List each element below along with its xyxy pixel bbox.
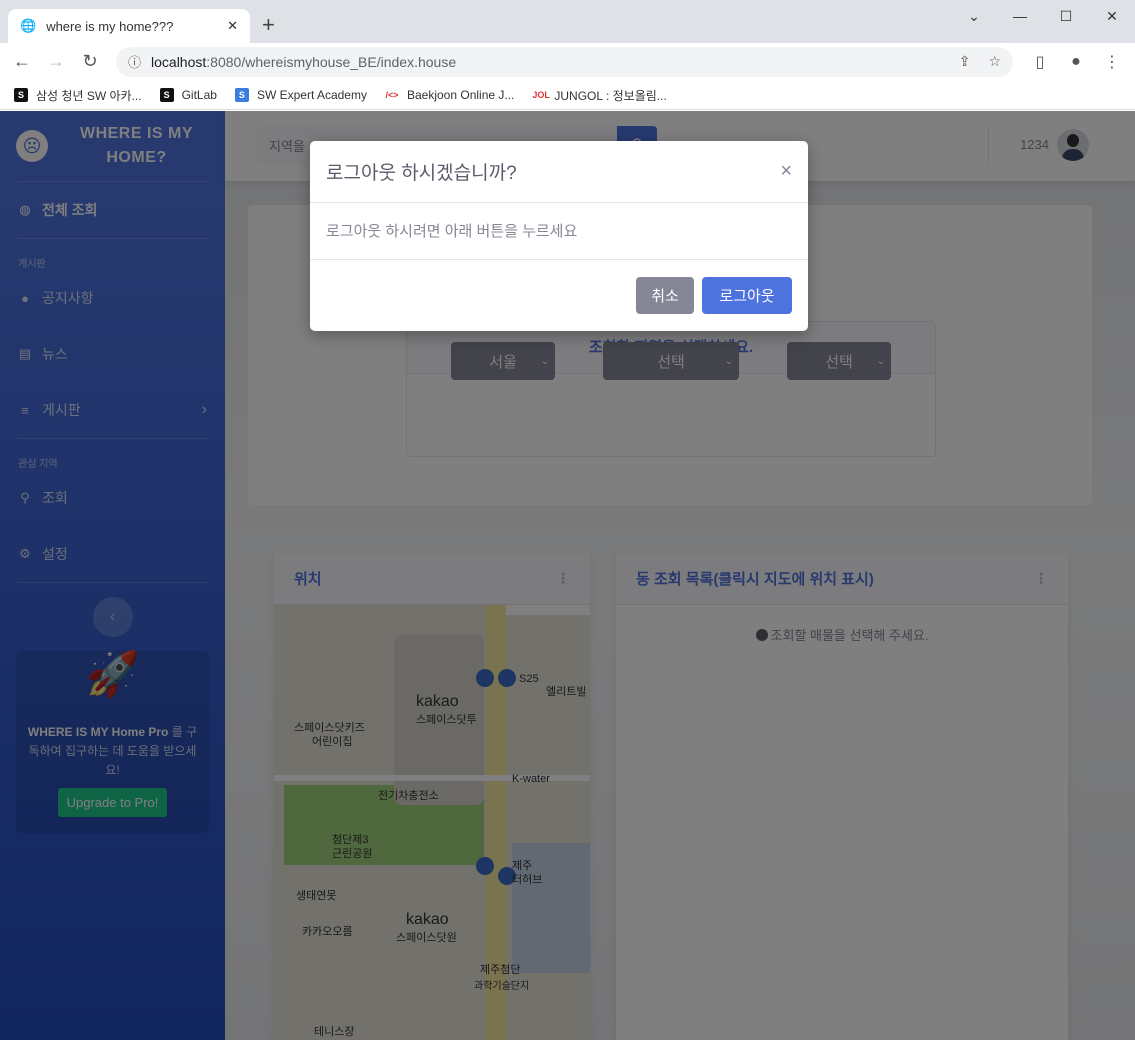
bookmark-item[interactable]: JOL JUNGOL : 정보올림... — [532, 87, 667, 104]
logout-button[interactable]: 로그아웃 — [702, 276, 792, 314]
favicon-icon: /<> — [384, 88, 399, 102]
bookmark-item[interactable]: S 삼성 청년 SW 아카... — [14, 87, 142, 104]
address-bar[interactable]: ⓘ localhost:8080/whereismyhouse_BE/index… — [116, 46, 1013, 77]
logout-modal: 로그아웃 하시겠습니까? × 로그아웃 하시려면 아래 버튼을 누르세요 취소 로… — [310, 141, 808, 331]
tab-search-icon[interactable]: ⌄ — [951, 0, 997, 32]
bookmark-item[interactable]: S GitLab — [159, 88, 217, 102]
info-icon[interactable]: ⓘ — [128, 52, 141, 71]
favicon-icon: S — [14, 88, 28, 102]
favicon-icon: S — [159, 88, 174, 102]
favicon-icon: S — [234, 88, 249, 102]
bookmark-item[interactable]: S SW Expert Academy — [234, 88, 367, 102]
back-icon[interactable]: ← — [8, 51, 36, 72]
reload-icon[interactable]: ↻ — [76, 51, 104, 72]
globe-icon: 🌐 — [20, 18, 37, 33]
close-icon[interactable]: × — [780, 160, 792, 183]
new-tab-button[interactable]: + — [262, 12, 275, 38]
menu-icon[interactable]: ⋮ — [1097, 52, 1127, 72]
minimize-button[interactable]: — — [997, 0, 1043, 32]
modal-title: 로그아웃 하시겠습니까? — [326, 163, 517, 184]
browser-chrome: 🌐 where is my home??? ✕ + ⌄ — ☐ ✕ ← → ↻ ⓘ loc… — [0, 0, 1135, 110]
bookmark-item[interactable]: /<> Baekjoon Online J... — [384, 88, 514, 102]
favicon-icon: JOL — [532, 88, 550, 102]
profile-icon[interactable]: ● — [1061, 53, 1091, 71]
modal-body: 로그아웃 하시려면 아래 버튼을 누르세요 — [310, 203, 808, 260]
forward-icon[interactable]: → — [42, 51, 70, 72]
share-icon[interactable]: ⇪ — [959, 53, 971, 70]
bookmarks-bar: S 삼성 청년 SW 아카... S GitLab S SW Expert Academy… — [0, 80, 1135, 110]
maximize-button[interactable]: ☐ — [1043, 0, 1089, 32]
browser-tab[interactable]: 🌐 where is my home??? ✕ — [8, 9, 250, 43]
close-window-button[interactable]: ✕ — [1089, 0, 1135, 32]
side-panel-icon[interactable]: ▯ — [1025, 52, 1055, 72]
cancel-button[interactable]: 취소 — [636, 276, 694, 314]
close-tab-icon[interactable]: ✕ — [227, 18, 238, 34]
star-icon[interactable]: ☆ — [988, 53, 1001, 70]
